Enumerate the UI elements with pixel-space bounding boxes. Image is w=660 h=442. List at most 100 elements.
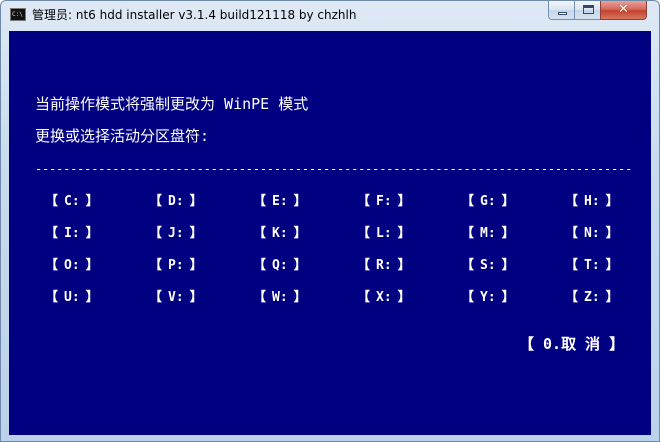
drive-button-y[interactable]: 【 Y: 】: [461, 287, 521, 309]
console-area: 当前操作模式将强制更改为 WinPE 模式 更换或选择活动分区盘符: -----…: [9, 31, 651, 435]
drive-letter-label: Y:: [480, 290, 496, 305]
bracket-close: 】: [189, 290, 203, 305]
partition-prompt: 更换或选择活动分区盘符:: [35, 127, 210, 145]
drive-button-d[interactable]: 【 D: 】: [149, 191, 209, 213]
bracket-close: 】: [189, 226, 203, 241]
drive-button-w[interactable]: 【 W: 】: [253, 287, 313, 309]
drive-button-t[interactable]: 【 T: 】: [565, 255, 625, 277]
bracket-open: 【: [565, 258, 579, 273]
mode-message: 当前操作模式将强制更改为 WinPE 模式: [35, 95, 309, 113]
drive-letter-label: S:: [480, 258, 496, 273]
drive-letter-label: M:: [480, 226, 496, 241]
bracket-open: 【: [149, 290, 163, 305]
bracket-close: 】: [501, 194, 515, 209]
drive-button-e[interactable]: 【 E: 】: [253, 191, 313, 213]
command-prompt-icon-text: C:\: [12, 11, 23, 18]
bracket-open: 【: [565, 226, 579, 241]
bracket-open: 【: [461, 194, 475, 209]
cancel-button[interactable]: 【 0.取 消 】: [519, 333, 624, 355]
bracket-open: 【: [45, 258, 59, 273]
drive-letter-label: Z:: [584, 290, 600, 305]
window-title: 管理员: nt6 hdd installer v3.1.4 build12111…: [32, 8, 357, 22]
drive-button-f[interactable]: 【 F: 】: [357, 191, 417, 213]
drive-button-s[interactable]: 【 S: 】: [461, 255, 521, 277]
bracket-close: 】: [85, 290, 99, 305]
bracket-close: 】: [397, 258, 411, 273]
drive-button-r[interactable]: 【 R: 】: [357, 255, 417, 277]
close-button[interactable]: ✕: [600, 1, 647, 20]
bracket-open: 【: [45, 194, 59, 209]
bracket-close: 】: [501, 290, 515, 305]
bracket-close: 】: [397, 226, 411, 241]
bracket-close: 】: [605, 226, 619, 241]
bracket-open: 【: [149, 258, 163, 273]
bracket-open: 【: [45, 290, 59, 305]
drive-letter-label: I:: [64, 226, 80, 241]
bracket-open: 【: [253, 194, 267, 209]
bracket-close: 】: [293, 226, 307, 241]
bracket-close: 】: [189, 194, 203, 209]
drive-letter-label: P:: [168, 258, 184, 273]
bracket-close: 】: [501, 258, 515, 273]
drive-letter-label: K:: [272, 226, 288, 241]
bracket-close: 】: [293, 290, 307, 305]
bracket-close: 】: [397, 194, 411, 209]
drive-letter-label: C:: [64, 194, 80, 209]
drive-letter-label: V:: [168, 290, 184, 305]
drive-letter-label: Q:: [272, 258, 288, 273]
bracket-close: 】: [85, 258, 99, 273]
bracket-open: 【: [253, 290, 267, 305]
drive-letter-label: W:: [272, 290, 288, 305]
maximize-button[interactable]: [574, 1, 601, 20]
drive-button-z[interactable]: 【 Z: 】: [565, 287, 625, 309]
drive-button-x[interactable]: 【 X: 】: [357, 287, 417, 309]
minimize-button[interactable]: [548, 1, 575, 20]
bracket-open: 【: [357, 290, 371, 305]
maximize-icon: [583, 5, 594, 14]
drive-letter-label: H:: [584, 194, 600, 209]
drive-button-g[interactable]: 【 G: 】: [461, 191, 521, 213]
bracket-open: 【: [357, 226, 371, 241]
drive-letter-label: D:: [168, 194, 184, 209]
bracket-close: 】: [293, 258, 307, 273]
drive-button-c[interactable]: 【 C: 】: [45, 191, 105, 213]
bracket-open: 【: [149, 194, 163, 209]
drive-button-p[interactable]: 【 P: 】: [149, 255, 209, 277]
drive-letter-label: J:: [168, 226, 184, 241]
bracket-close: 】: [293, 194, 307, 209]
bracket-close: 】: [605, 258, 619, 273]
bracket-open: 【: [461, 258, 475, 273]
drive-button-j[interactable]: 【 J: 】: [149, 223, 209, 245]
title-bar[interactable]: C:\ 管理员: nt6 hdd installer v3.1.4 build1…: [1, 1, 659, 29]
drive-letter-label: U:: [64, 290, 80, 305]
drive-button-k[interactable]: 【 K: 】: [253, 223, 313, 245]
drive-letter-label: E:: [272, 194, 288, 209]
minimize-icon: [558, 12, 567, 15]
drive-button-n[interactable]: 【 N: 】: [565, 223, 625, 245]
bracket-open: 【: [253, 226, 267, 241]
bracket-close: 】: [189, 258, 203, 273]
drive-letter-label: G:: [480, 194, 496, 209]
bracket-open: 【: [565, 290, 579, 305]
drive-button-h[interactable]: 【 H: 】: [565, 191, 625, 213]
divider-line: ----------------------------------------…: [35, 163, 633, 175]
drive-letter-label: R:: [376, 258, 392, 273]
bracket-close: 】: [501, 226, 515, 241]
drive-button-v[interactable]: 【 V: 】: [149, 287, 209, 309]
bracket-open: 【: [149, 226, 163, 241]
drive-letter-label: L:: [376, 226, 392, 241]
bracket-open: 【: [253, 258, 267, 273]
drive-letter-label: X:: [376, 290, 392, 305]
drive-button-i[interactable]: 【 I: 】: [45, 223, 105, 245]
command-prompt-icon[interactable]: C:\: [10, 8, 26, 21]
bracket-open: 【: [45, 226, 59, 241]
bracket-open: 【: [357, 194, 371, 209]
bracket-close: 】: [605, 194, 619, 209]
drive-button-l[interactable]: 【 L: 】: [357, 223, 417, 245]
bracket-open: 【: [461, 226, 475, 241]
drive-button-o[interactable]: 【 O: 】: [45, 255, 105, 277]
drive-button-m[interactable]: 【 M: 】: [461, 223, 521, 245]
drive-button-q[interactable]: 【 Q: 】: [253, 255, 313, 277]
drive-button-u[interactable]: 【 U: 】: [45, 287, 105, 309]
console-window: C:\ 管理员: nt6 hdd installer v3.1.4 build1…: [0, 0, 660, 442]
